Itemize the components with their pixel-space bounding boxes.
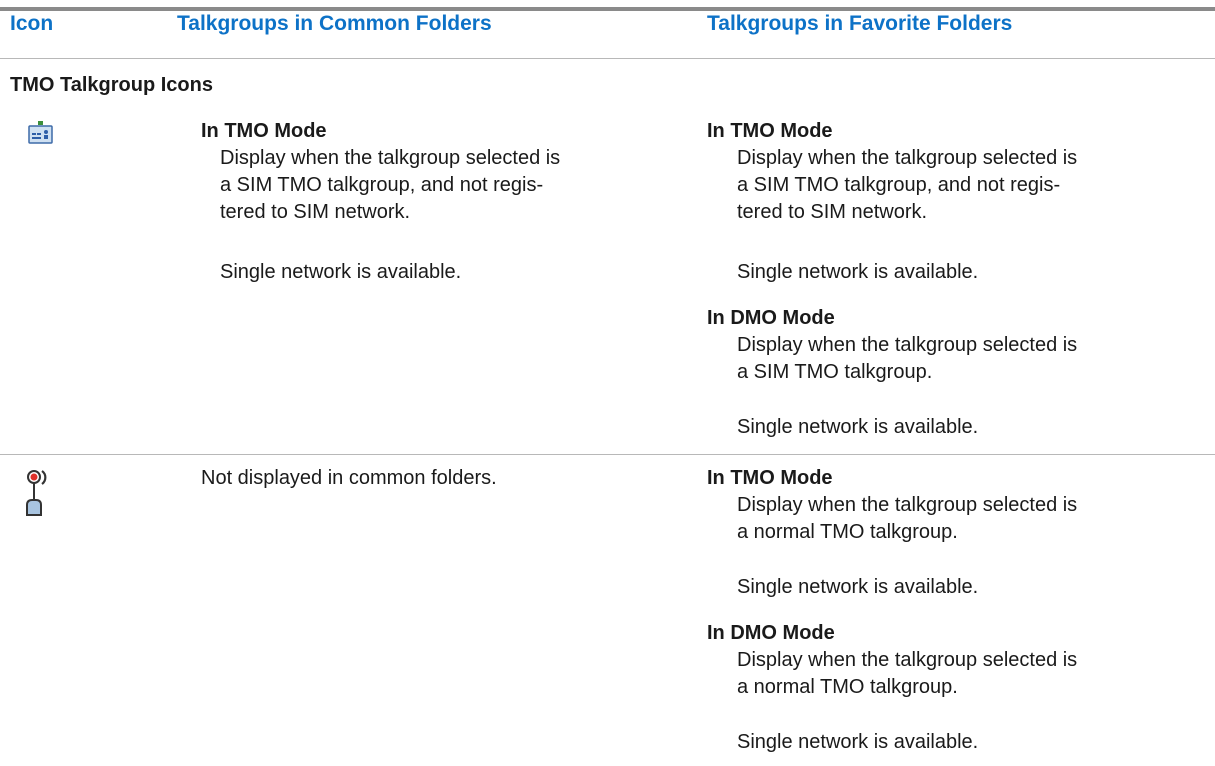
row2-fav-dmo-line-1: Display when the talkgroup selected is <box>737 649 1078 671</box>
row1-common-line-2: a SIM TMO talkgroup, and not regis- <box>220 174 544 196</box>
talkgroup-icon-table: Icon Talkgroups in Common Folders Talkgr… <box>0 0 1215 766</box>
row-divider <box>0 454 1215 455</box>
row1-common-mode-heading: In TMO Mode <box>201 120 327 142</box>
row1-fav-tmo-note: Single network is available. <box>737 261 979 283</box>
row1-fav-tmo-heading: In TMO Mode <box>707 120 833 142</box>
row1-common-line-3: tered to SIM network. <box>220 201 411 223</box>
sim-tmo-talkgroup-icon <box>26 120 54 151</box>
row1-common-note: Single network is available. <box>220 261 462 283</box>
row2-fav-dmo-line-2: a normal TMO talkgroup. <box>737 676 958 698</box>
row2-fav-dmo-note: Single network is available. <box>737 731 979 753</box>
header-divider <box>0 58 1215 59</box>
row1-fav-tmo-line-3: tered to SIM network. <box>737 201 928 223</box>
section-title: TMO Talkgroup Icons <box>10 74 213 96</box>
row2-fav-tmo-heading: In TMO Mode <box>707 467 833 489</box>
row1-fav-tmo-line-2: a SIM TMO talkgroup, and not regis- <box>737 174 1061 196</box>
column-header-icon: Icon <box>10 12 54 35</box>
row2-fav-tmo-line-1: Display when the talkgroup selected is <box>737 494 1078 516</box>
row1-fav-dmo-line-1: Display when the talkgroup selected is <box>737 334 1078 356</box>
row2-common-text: Not displayed in common folders. <box>201 467 497 489</box>
row1-fav-dmo-line-2: a SIM TMO talkgroup. <box>737 361 933 383</box>
row2-fav-tmo-line-2: a normal TMO talkgroup. <box>737 521 958 543</box>
column-header-common-folders: Talkgroups in Common Folders <box>177 12 492 35</box>
row1-fav-dmo-note: Single network is available. <box>737 416 979 438</box>
row1-fav-tmo-line-1: Display when the talkgroup selected is <box>737 147 1078 169</box>
normal-tmo-talkgroup-icon <box>24 467 54 522</box>
row1-common-line-1: Display when the talkgroup selected is <box>220 147 561 169</box>
row2-fav-dmo-heading: In DMO Mode <box>707 622 835 644</box>
column-header-favorite-folders: Talkgroups in Favorite Folders <box>707 12 1013 35</box>
row1-fav-dmo-heading: In DMO Mode <box>707 307 835 329</box>
row2-fav-tmo-note: Single network is available. <box>737 576 979 598</box>
